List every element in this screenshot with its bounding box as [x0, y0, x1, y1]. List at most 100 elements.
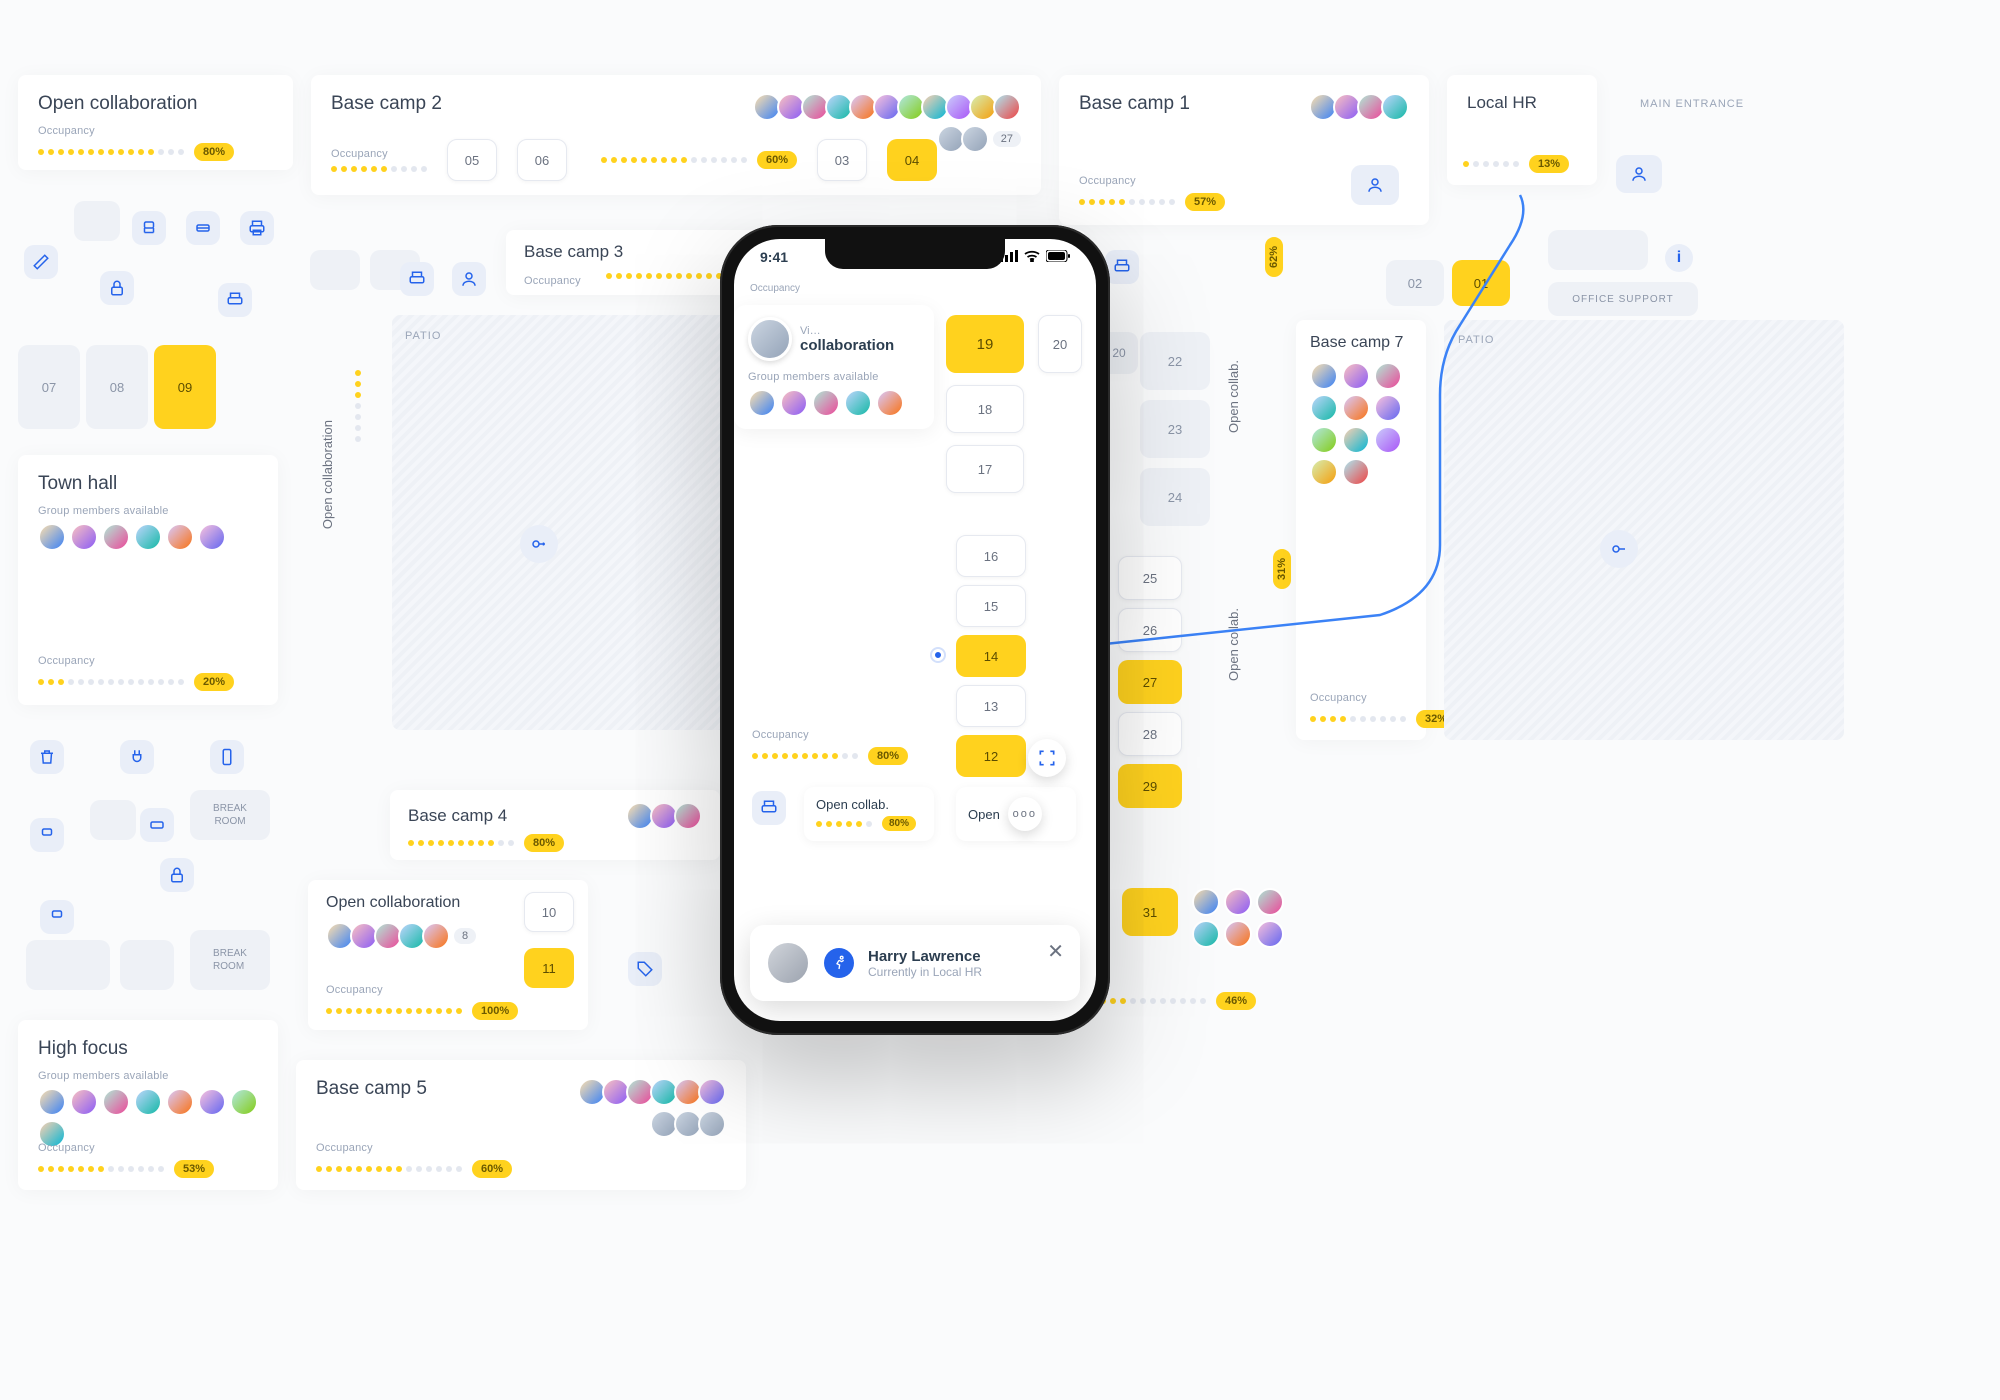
info-icon[interactable]: i — [1665, 244, 1693, 272]
sofa-icon[interactable] — [186, 211, 220, 245]
seat-02[interactable]: 02 — [1386, 260, 1444, 306]
person-icon[interactable] — [452, 262, 486, 296]
phone-seat-13[interactable]: 13 — [956, 685, 1026, 727]
seat-23[interactable]: 23 — [1140, 400, 1210, 458]
open-collab-chip-2[interactable]: Open ooo — [956, 787, 1076, 841]
occupancy-badge: 100% — [472, 1002, 518, 1020]
phone-seat-20[interactable]: 20 — [1038, 315, 1082, 373]
occupancy-label: Occupancy — [316, 1142, 512, 1154]
phone-seat-17[interactable]: 17 — [946, 445, 1024, 493]
floorplan-canvas[interactable]: Open collaboration Occupancy 80% Base ca… — [0, 0, 2000, 1400]
chair-icon[interactable] — [30, 818, 64, 852]
avatar-row — [326, 922, 450, 950]
occupancy-label: Occupancy — [752, 729, 908, 741]
lock-icon[interactable] — [100, 271, 134, 305]
card-local-hr[interactable]: Local HR 13% — [1447, 75, 1597, 185]
card-title: Town hall — [38, 473, 258, 495]
seat-11[interactable]: 11 — [524, 948, 574, 988]
card-base-camp-2[interactable]: Base camp 2 27 Occupancy 05 06 60% — [311, 75, 1041, 195]
chair-icon[interactable] — [40, 900, 74, 934]
seat-01[interactable]: 01 — [1452, 260, 1510, 306]
printer-icon[interactable] — [400, 262, 434, 296]
key-icon[interactable] — [1600, 530, 1638, 568]
occupancy-badge: 20% — [194, 673, 234, 691]
seat-27[interactable]: 27 — [1118, 660, 1182, 704]
occupancy-badge: 53% — [174, 1160, 214, 1178]
patio-area-right — [1444, 320, 1844, 740]
occupancy-badge: 57% — [1185, 193, 1225, 211]
phone-screen[interactable]: 9:41 Occupancy — [734, 239, 1096, 1021]
close-icon[interactable]: ✕ — [1047, 939, 1064, 964]
occupancy-label: Occupancy — [38, 655, 258, 667]
open-collab-chip-1[interactable]: Open collab. 80% — [804, 787, 934, 841]
phone-seat-19[interactable]: 19 — [946, 315, 1024, 373]
phone-seat-18[interactable]: 18 — [946, 385, 1024, 433]
key-icon[interactable] — [520, 525, 558, 563]
card-title: Base camp 3 — [524, 242, 623, 262]
scan-button[interactable] — [1028, 739, 1066, 777]
seat-28[interactable]: 28 — [1118, 712, 1182, 756]
avatar-row — [578, 1078, 726, 1106]
seat-05[interactable]: 05 — [447, 139, 497, 181]
seat-25[interactable]: 25 — [1118, 556, 1182, 600]
occupancy-badge: 60% — [472, 1160, 512, 1178]
seat-29[interactable]: 29 — [1118, 764, 1182, 808]
printer-icon-2[interactable] — [218, 283, 252, 317]
power-icon[interactable] — [120, 740, 154, 774]
card-title: Open collaboration — [38, 93, 273, 115]
phone-seat-14[interactable]: 14 — [956, 635, 1026, 677]
edit-icon[interactable] — [24, 245, 58, 279]
person-icon-entrance[interactable] — [1616, 155, 1662, 193]
card-title: Base camp 1 — [1079, 93, 1190, 115]
printer-icon[interactable] — [240, 211, 274, 245]
lock-icon[interactable] — [160, 858, 194, 892]
profile-status: Currently in Local HR — [868, 965, 982, 979]
occupancy-dots — [331, 166, 427, 172]
card-high-focus[interactable]: High focus Group members available Occup… — [18, 1020, 278, 1190]
group-members-label: Group members available — [38, 505, 258, 517]
printer-icon[interactable] — [752, 791, 786, 825]
occupancy-dots — [1310, 716, 1406, 722]
occupancy-badge: 60% — [757, 151, 797, 169]
avatar-grid — [1310, 362, 1420, 486]
seat-24[interactable]: 24 — [1140, 468, 1210, 526]
seat-22[interactable]: 22 — [1140, 332, 1210, 390]
phone-seat-16[interactable]: 16 — [956, 535, 1026, 577]
card-title: Base camp 5 — [316, 1078, 427, 1128]
card-base-camp-5[interactable]: Base camp 5 Occupancy 60% — [296, 1060, 746, 1190]
seat-08[interactable]: 08 — [86, 345, 148, 429]
seat-07[interactable]: 07 — [18, 345, 80, 429]
more-button[interactable]: ooo — [1008, 797, 1042, 831]
card-open-collaboration-1[interactable]: Open collaboration Occupancy 80% — [18, 75, 293, 170]
sofa-icon[interactable] — [140, 808, 174, 842]
status-time: 9:41 — [760, 249, 788, 265]
trash-icon[interactable] — [30, 740, 64, 774]
occupancy-badge: 80% — [524, 834, 564, 852]
card-base-camp-7[interactable]: Base camp 7 Occupancy 32% — [1296, 320, 1426, 740]
chair-icon[interactable] — [132, 211, 166, 245]
seat-09[interactable]: 09 — [154, 345, 216, 429]
profile-name: Harry Lawrence — [868, 948, 982, 965]
seat-31[interactable]: 31 — [1122, 888, 1178, 936]
tag-icon[interactable] — [628, 952, 662, 986]
profile-card[interactable]: ✕ Harry Lawrence Currently in Local HR — [750, 925, 1080, 1001]
printer-icon[interactable] — [1105, 250, 1139, 284]
seat-03[interactable]: 03 — [817, 139, 867, 181]
person-icon[interactable] — [1351, 165, 1399, 205]
card-base-camp-1[interactable]: Base camp 1 Occupancy 57% — [1059, 75, 1429, 225]
seat-04[interactable]: 04 — [887, 139, 937, 181]
card-base-camp-4[interactable]: Base camp 4 80% — [390, 790, 720, 860]
phone-seat-15[interactable]: 15 — [956, 585, 1026, 627]
occupancy-dots — [326, 1008, 462, 1014]
seat-26[interactable]: 26 — [1118, 608, 1182, 652]
avatar-row — [1309, 93, 1409, 125]
seat-10[interactable]: 10 — [524, 892, 574, 932]
seat-06[interactable]: 06 — [517, 139, 567, 181]
phone-notch — [825, 239, 1005, 269]
phone-seat-12[interactable]: 12 — [956, 735, 1026, 777]
phone-icon[interactable] — [210, 740, 244, 774]
card-title: Base camp 2 — [331, 93, 442, 143]
avatar-row — [38, 1088, 258, 1148]
card-town-hall[interactable]: Town hall Group members available Occupa… — [18, 455, 278, 705]
battery-icon — [1046, 249, 1070, 265]
